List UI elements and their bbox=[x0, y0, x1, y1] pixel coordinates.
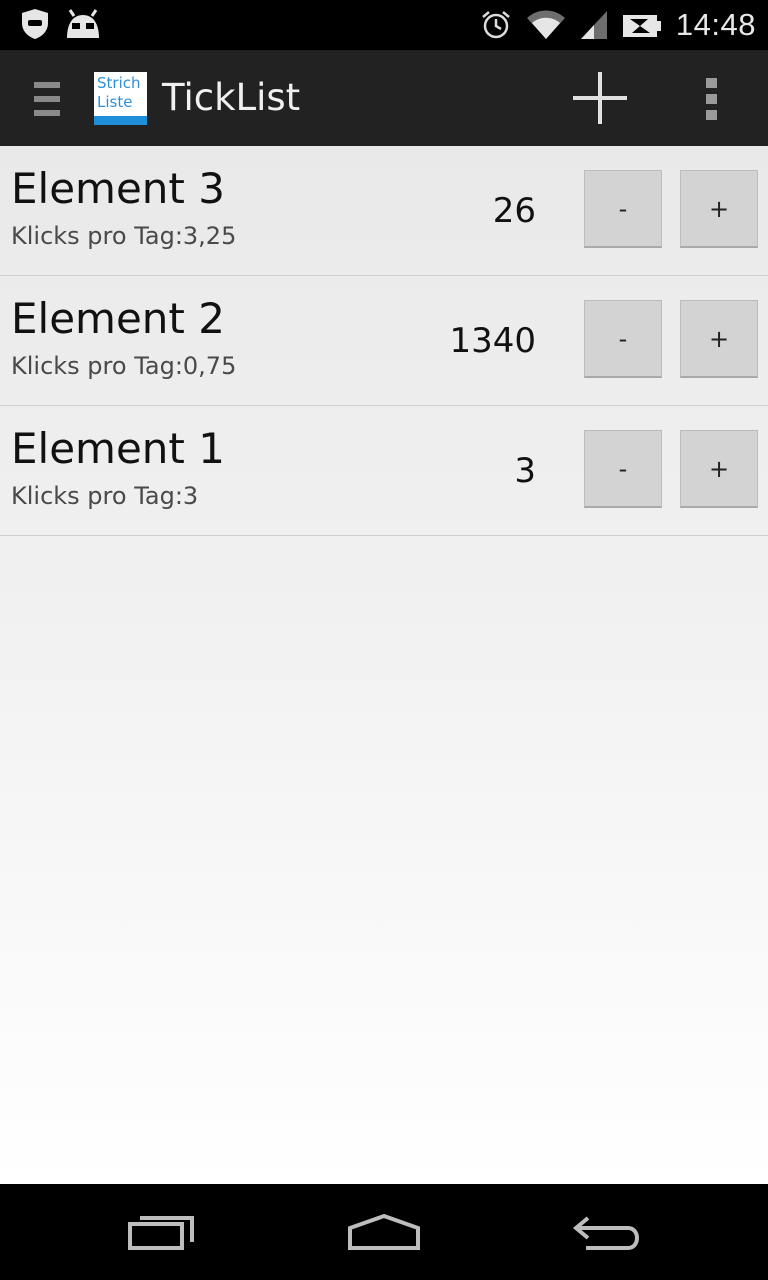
wifi-icon bbox=[526, 10, 565, 39]
navigation-drawer-icon[interactable] bbox=[34, 80, 62, 118]
app-title: TickList bbox=[162, 76, 301, 119]
increment-button[interactable]: + bbox=[680, 430, 758, 508]
signal-icon bbox=[580, 11, 607, 39]
add-icon[interactable] bbox=[570, 70, 630, 126]
home-icon[interactable] bbox=[346, 1210, 422, 1254]
recent-apps-icon[interactable] bbox=[126, 1210, 198, 1254]
item-name: Element 2 bbox=[11, 294, 225, 343]
decrement-button[interactable]: - bbox=[584, 300, 662, 378]
increment-button[interactable]: + bbox=[680, 300, 758, 378]
shield-icon bbox=[22, 9, 48, 39]
logo-line2: Liste bbox=[97, 93, 133, 111]
overflow-menu-icon[interactable] bbox=[696, 76, 728, 122]
logo-line1: Strich bbox=[97, 74, 141, 92]
clock-time: 14:48 bbox=[675, 7, 756, 42]
item-clicks-per-day: Klicks pro Tag:0,75 bbox=[11, 352, 237, 380]
increment-button[interactable]: + bbox=[680, 170, 758, 248]
list-item[interactable]: Element 3 Klicks pro Tag:3,25 26 - + bbox=[0, 146, 768, 276]
list-item[interactable]: Element 1 Klicks pro Tag:3 3 - + bbox=[0, 406, 768, 536]
action-bar: Strich Liste TickList bbox=[0, 50, 768, 147]
battery-icon bbox=[622, 15, 661, 37]
item-name: Element 1 bbox=[11, 424, 225, 473]
item-clicks-per-day: Klicks pro Tag:3 bbox=[11, 482, 199, 510]
item-count: 26 bbox=[492, 191, 536, 231]
logo-stripe bbox=[94, 116, 147, 125]
app-logo[interactable]: Strich Liste bbox=[94, 72, 147, 125]
decrement-button[interactable]: - bbox=[584, 170, 662, 248]
status-bar: 14:48 bbox=[0, 0, 768, 50]
list-item[interactable]: Element 2 Klicks pro Tag:0,75 1340 - + bbox=[0, 276, 768, 406]
android-head-icon bbox=[67, 9, 99, 38]
system-nav-bar bbox=[0, 1184, 768, 1280]
alarm-icon bbox=[482, 11, 510, 39]
item-clicks-per-day: Klicks pro Tag:3,25 bbox=[11, 222, 237, 250]
tick-list: Element 3 Klicks pro Tag:3,25 26 - + Ele… bbox=[0, 146, 768, 1184]
item-count: 1340 bbox=[449, 321, 536, 361]
item-count: 3 bbox=[514, 451, 536, 491]
back-icon[interactable] bbox=[572, 1210, 646, 1254]
item-name: Element 3 bbox=[11, 164, 225, 213]
decrement-button[interactable]: - bbox=[584, 430, 662, 508]
